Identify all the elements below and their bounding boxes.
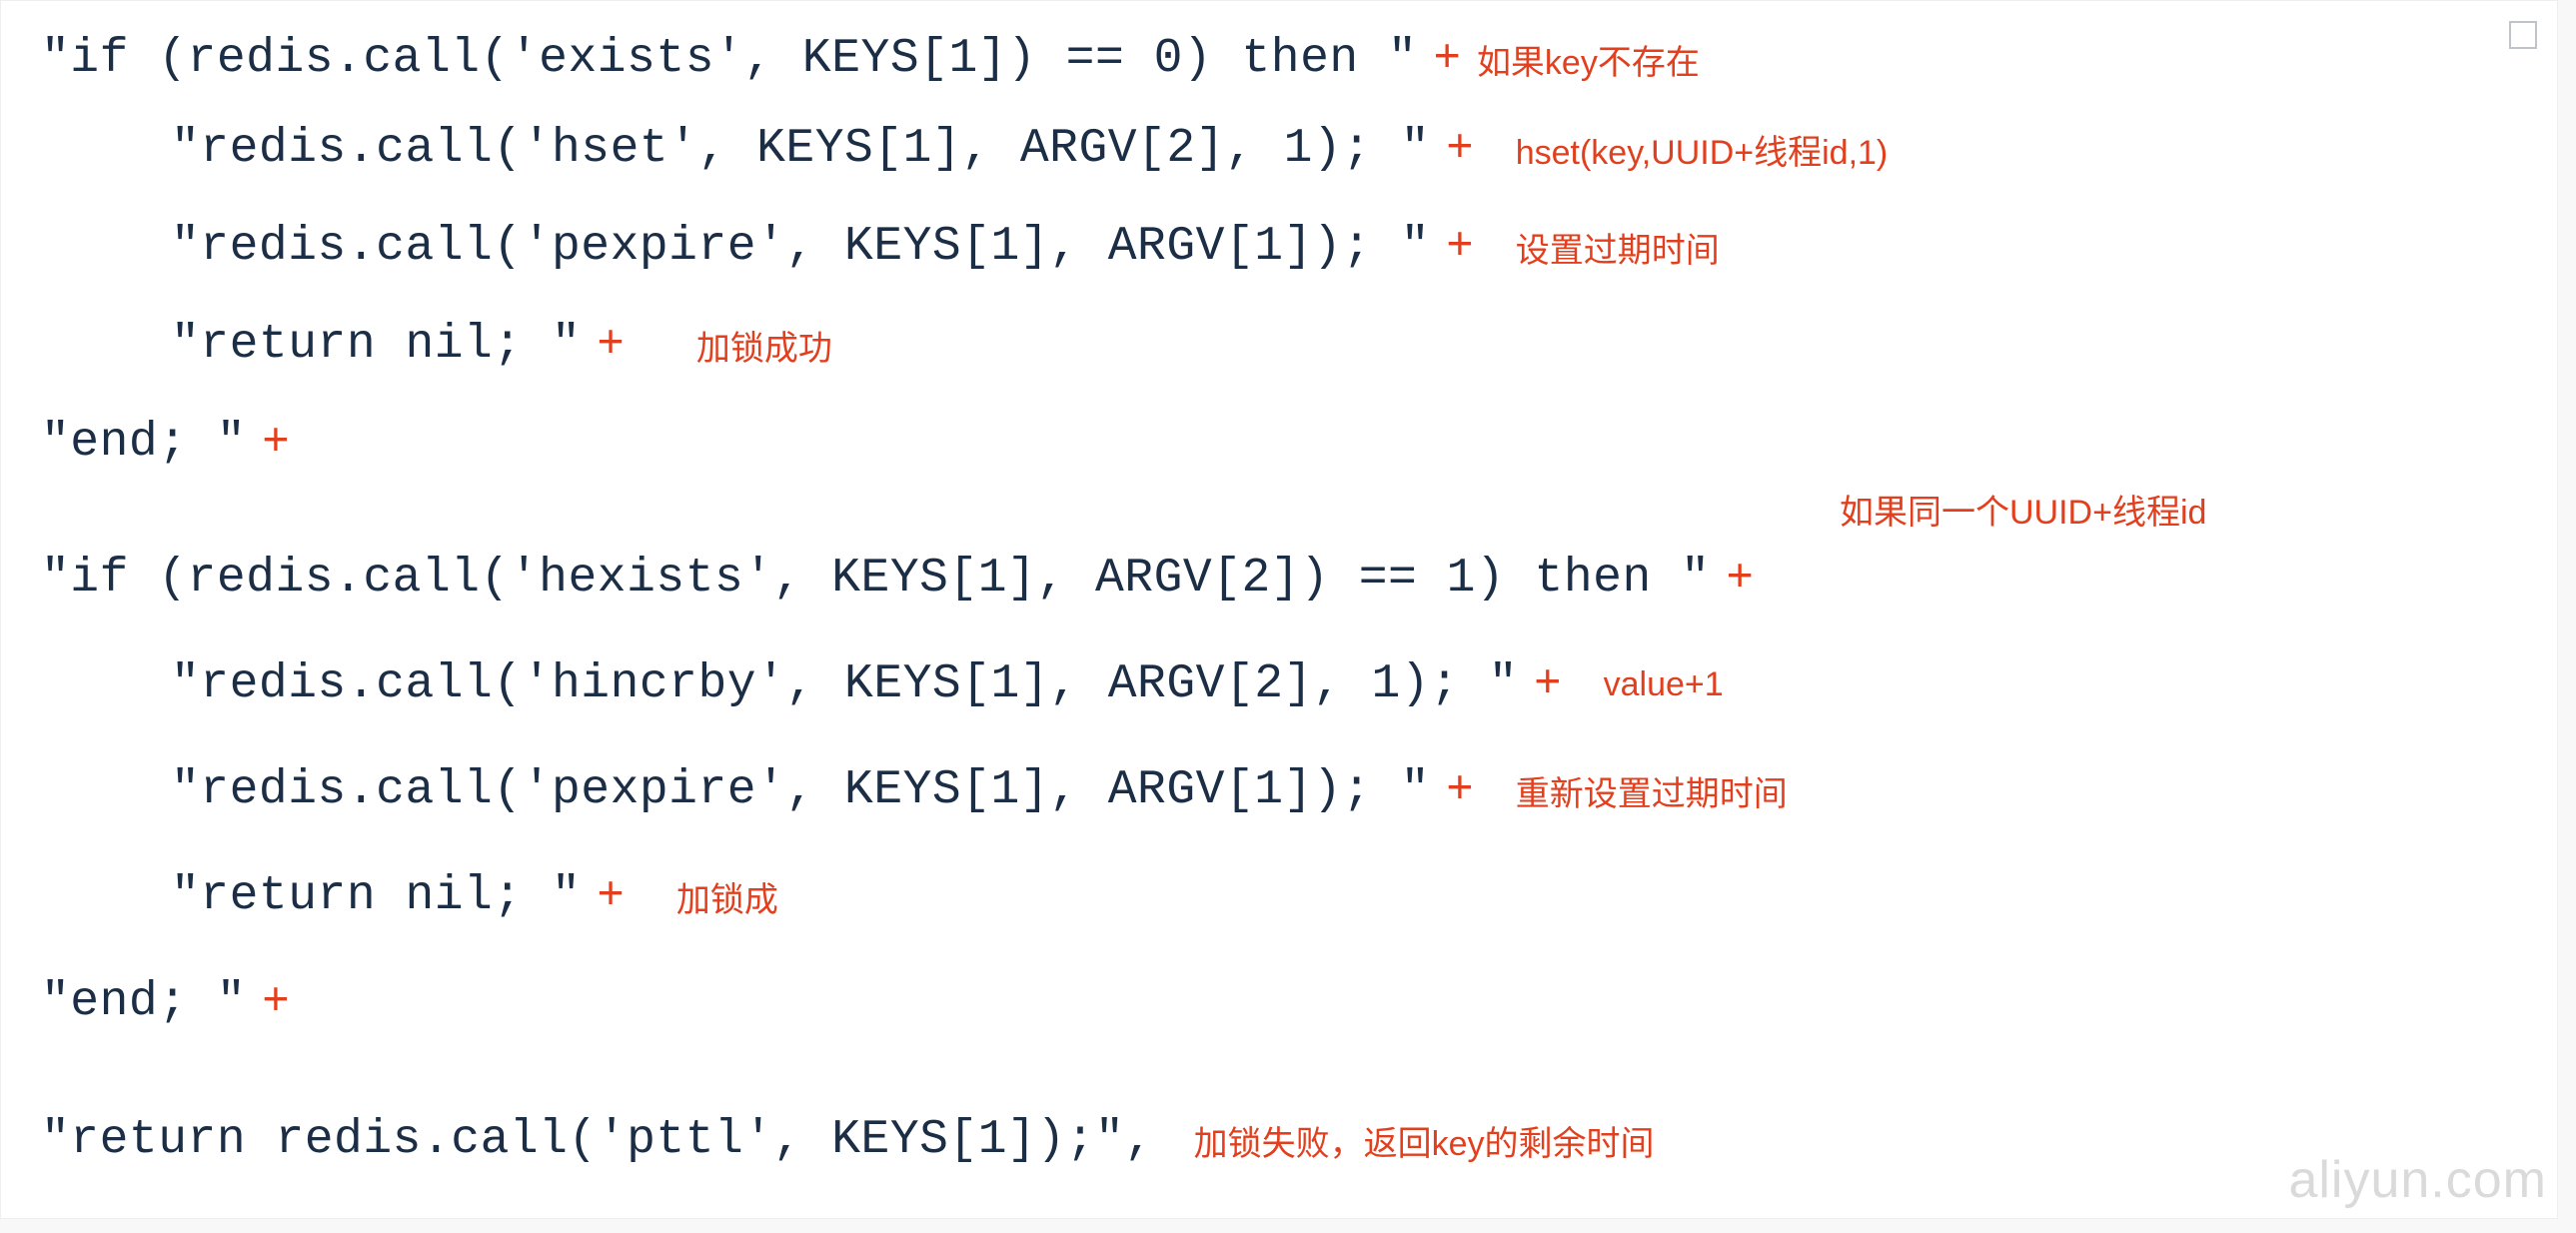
code-line: "return nil; " + 加锁成功 xyxy=(41,297,2537,393)
code-line: "redis.call('hincrby', KEYS[1], ARGV[2],… xyxy=(41,636,2537,732)
code-line: "redis.call('pexpire', KEYS[1], ARGV[1])… xyxy=(41,742,2537,838)
annotation-comment: hset(key,UUID+线程id,1) xyxy=(1516,125,1889,174)
code-line: "end; " + xyxy=(41,954,2537,1050)
code-text: "end; " xyxy=(41,975,246,1029)
code-line: "return redis.call('pttl', KEYS[1]);", 加锁… xyxy=(41,1092,2537,1188)
concat-plus: + xyxy=(597,319,625,371)
concat-plus: + xyxy=(1726,553,1754,605)
code-text: "redis.call('hset', KEYS[1], ARGV[2], 1)… xyxy=(41,122,1430,176)
annotation-comment: 加锁失败，返回key的剩余时间 xyxy=(1194,1116,1655,1165)
concat-plus: + xyxy=(1433,33,1461,85)
annotation-comment: value+1 xyxy=(1604,665,1724,704)
code-text: "end; " xyxy=(41,416,246,470)
concat-plus: + xyxy=(262,417,290,469)
annotation-comment: 设置过期时间 xyxy=(1516,223,1720,272)
code-line: "redis.call('hset', KEYS[1], ARGV[2], 1)… xyxy=(41,101,2537,197)
annotation-comment: 重新设置过期时间 xyxy=(1516,766,1788,815)
concat-plus: + xyxy=(1446,221,1474,273)
code-line: "end; " + xyxy=(41,395,2537,491)
code-line: "redis.call('pexpire', KEYS[1], ARGV[1])… xyxy=(41,199,2537,295)
code-text: "redis.call('pexpire', KEYS[1], ARGV[1])… xyxy=(41,763,1430,817)
concat-plus: + xyxy=(597,870,625,922)
code-text: "return nil; " xyxy=(41,869,581,923)
annotation-comment: 加锁成 xyxy=(676,872,778,921)
annotation-comment: 加锁成功 xyxy=(696,321,832,370)
code-text: "if (redis.call('hexists', KEYS[1], ARGV… xyxy=(41,552,1710,606)
code-text: "redis.call('hincrby', KEYS[1], ARGV[2],… xyxy=(41,657,1518,711)
concat-plus: + xyxy=(1446,123,1474,175)
code-snippet-container: "if (redis.call('exists', KEYS[1]) == 0)… xyxy=(0,0,2558,1219)
code-text: "return redis.call('pttl', KEYS[1]);", xyxy=(41,1113,1154,1167)
code-line: "if (redis.call('hexists', KEYS[1], ARGV… xyxy=(41,531,2537,626)
annotation-comment: 如果key不存在 xyxy=(1477,35,1700,84)
concat-plus: + xyxy=(262,976,290,1028)
code-line: "if (redis.call('exists', KEYS[1]) == 0)… xyxy=(41,11,2537,107)
code-line: "return nil; " + 加锁成 xyxy=(41,848,2537,944)
code-text: "return nil; " xyxy=(41,318,581,372)
code-text: "redis.call('pexpire', KEYS[1], ARGV[1])… xyxy=(41,220,1430,274)
code-text: "if (redis.call('exists', KEYS[1]) == 0)… xyxy=(41,32,1417,86)
above-comment: 如果同一个UUID+线程id xyxy=(1840,485,2206,534)
concat-plus: + xyxy=(1534,658,1562,710)
concat-plus: + xyxy=(1446,764,1474,816)
